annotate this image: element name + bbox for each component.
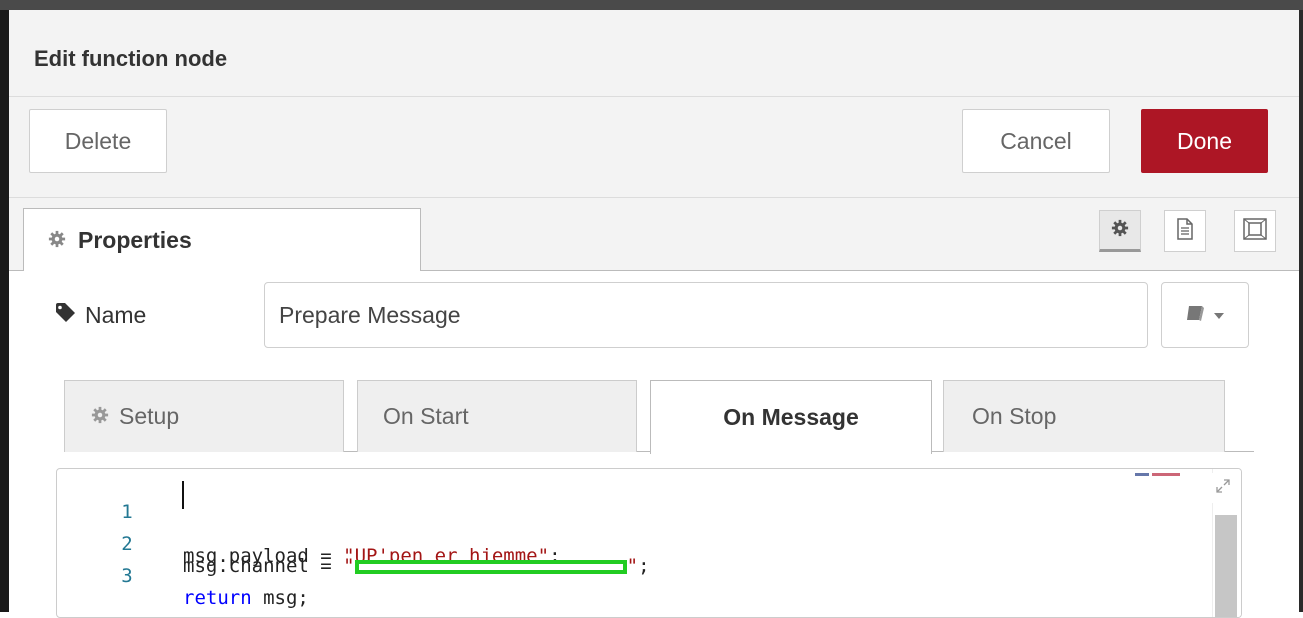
done-button[interactable]: Done — [1141, 109, 1268, 173]
cancel-button[interactable]: Cancel — [962, 109, 1110, 173]
edit-node-dialog: Edit function node Delete Cancel Done Pr… — [9, 10, 1299, 618]
line-number: 3 — [121, 565, 133, 587]
document-icon — [1176, 217, 1194, 245]
editor-minimap — [1135, 473, 1210, 481]
name-label: Name — [55, 302, 146, 329]
tab-properties-label: Properties — [78, 226, 192, 253]
subtab-on-stop-label: On Stop — [972, 403, 1057, 429]
node-description-button[interactable] — [1164, 210, 1206, 252]
function-subtabs: Setup On Start On Message On Stop — [9, 378, 1299, 454]
library-button[interactable] — [1161, 282, 1249, 348]
right-frame-edge — [1299, 10, 1303, 612]
dialog-header: Edit function node — [9, 10, 1299, 97]
name-label-text: Name — [85, 302, 147, 328]
dialog-title: Edit function node — [34, 46, 228, 71]
book-icon — [1186, 304, 1206, 327]
gear-icon — [91, 403, 109, 430]
name-input[interactable] — [264, 282, 1148, 348]
node-properties-button[interactable] — [1099, 210, 1141, 252]
scrollbar-thumb[interactable] — [1215, 515, 1237, 617]
left-frame-edge — [0, 10, 9, 612]
name-row: Name — [9, 272, 1299, 362]
code-line: 3 return msg; — [57, 543, 1127, 609]
code-editor[interactable]: 1 msg.payload = "UP'pen er hjemme"; 2 ms… — [56, 468, 1242, 618]
code-line: 2 msg.channel = " "; — [57, 511, 1127, 577]
expand-editor-button[interactable] — [1209, 473, 1237, 503]
tag-icon — [55, 302, 77, 329]
gear-icon — [48, 227, 66, 254]
dialog-toolbar: Delete Cancel Done — [9, 97, 1299, 198]
subtab-on-message-label: On Message — [723, 404, 859, 430]
tab-properties[interactable]: Properties — [23, 208, 421, 271]
gear-icon — [1111, 219, 1129, 242]
subtab-setup[interactable]: Setup — [64, 380, 344, 452]
delete-button[interactable]: Delete — [29, 109, 167, 173]
chevron-down-icon — [1214, 306, 1224, 324]
top-frame-bar — [0, 0, 1303, 10]
frame-icon — [1243, 217, 1267, 245]
code-line: 1 msg.payload = "UP'pen er hjemme"; — [57, 479, 1127, 567]
code-text: return msg; — [183, 587, 309, 609]
text-cursor — [182, 481, 184, 509]
subtab-on-stop[interactable]: On Stop — [943, 380, 1225, 452]
subtab-setup-label: Setup — [119, 403, 180, 429]
subtab-on-start[interactable]: On Start — [357, 380, 637, 452]
dialog-tab-bar: Properties — [9, 198, 1299, 271]
expand-icon — [1216, 478, 1230, 498]
node-appearance-button[interactable] — [1234, 210, 1276, 252]
subtab-on-message[interactable]: On Message — [650, 380, 932, 454]
subtab-on-start-label: On Start — [383, 403, 469, 429]
